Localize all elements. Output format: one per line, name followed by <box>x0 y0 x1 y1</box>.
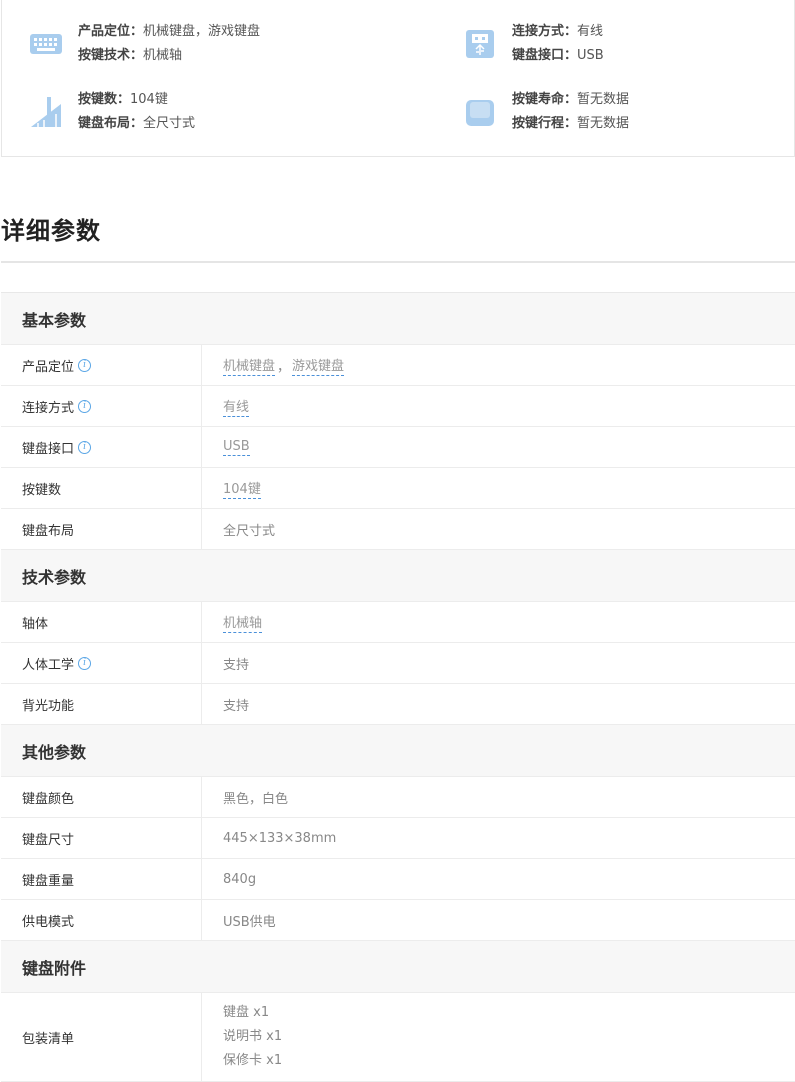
param-value: 全尺寸式 <box>223 523 276 539</box>
param-name: 键盘接口 <box>22 441 75 457</box>
table-row: 键盘尺寸 445×133×38mm <box>1 818 795 859</box>
table-row: 包装清单 键盘 x1 说明书 x1 保修卡 x1 <box>1 993 795 1082</box>
table-row: 轴体 机械轴 <box>1 602 795 643</box>
table-row: 键盘布局 全尺寸式 <box>1 509 795 550</box>
spec-summary-panel: 产品定位：机械键盘，游戏键盘 按键技术：机械轴 连接方式：有线 键盘接口：USB… <box>1 0 795 157</box>
param-value: 支持 <box>223 657 250 673</box>
param-value: 支持 <box>223 698 250 714</box>
summary-key: 按键数： <box>78 92 131 107</box>
info-icon[interactable]: i <box>78 440 92 454</box>
summary-value: 暂无数据 <box>577 116 630 131</box>
group-header: 基本参数 <box>1 293 795 345</box>
keyboard-icon <box>30 34 62 54</box>
keycap-icon <box>466 100 494 126</box>
table-row: 按键数 104键 <box>1 468 795 509</box>
param-value: 黑色，白色 <box>223 791 289 807</box>
param-name: 人体工学 <box>22 657 75 673</box>
info-icon[interactable]: i <box>78 399 92 413</box>
group-header: 键盘附件 <box>1 941 795 993</box>
summary-item-keys: 按键数：104键 键盘布局：全尺寸式 <box>28 88 195 136</box>
table-row: 产品定位 i 机械键盘，游戏键盘 <box>1 345 795 386</box>
section-title: 详细参数 <box>1 217 101 245</box>
table-row: 人体工学 i 支持 <box>1 643 795 684</box>
table-row: 键盘重量 840g <box>1 859 795 900</box>
summary-value: 机械键盘，游戏键盘 <box>143 24 261 39</box>
group-header: 技术参数 <box>1 550 795 602</box>
param-name: 包装清单 <box>22 1031 75 1047</box>
table-row: 供电模式 USB供电 <box>1 900 795 941</box>
param-name: 键盘尺寸 <box>22 832 75 848</box>
param-name: 键盘布局 <box>22 523 75 539</box>
group-header: 其他参数 <box>1 725 795 777</box>
param-value-link[interactable]: 有线 <box>223 396 250 417</box>
param-name: 背光功能 <box>22 698 75 714</box>
table-row: 连接方式 i 有线 <box>1 386 795 427</box>
table-row: 键盘颜色 黑色，白色 <box>1 777 795 818</box>
param-name: 轴体 <box>22 616 49 632</box>
usb-icon <box>466 30 494 58</box>
param-value: 840g <box>223 871 257 887</box>
table-row: 键盘接口 i USB <box>1 427 795 468</box>
info-icon[interactable]: i <box>78 358 92 372</box>
summary-value: 有线 <box>577 24 604 39</box>
summary-value: 机械轴 <box>143 48 183 63</box>
param-value-link[interactable]: 104键 <box>223 478 261 499</box>
summary-value: 暂无数据 <box>577 92 630 107</box>
summary-key: 产品定位： <box>78 24 144 39</box>
summary-key: 按键寿命： <box>512 92 578 107</box>
param-name: 供电模式 <box>22 914 75 930</box>
summary-value: USB <box>577 48 604 63</box>
table-row: 背光功能 支持 <box>1 684 795 725</box>
param-value-link[interactable]: 机械轴 <box>223 612 263 633</box>
ruler-icon <box>31 97 61 127</box>
title-divider <box>1 261 795 263</box>
summary-key: 按键行程： <box>512 116 578 131</box>
param-name: 产品定位 <box>22 359 75 375</box>
summary-value: 104键 <box>130 92 168 107</box>
param-value-link[interactable]: 游戏键盘 <box>292 355 345 376</box>
param-name: 连接方式 <box>22 400 75 416</box>
summary-key: 键盘接口： <box>512 48 578 63</box>
summary-item-positioning: 产品定位：机械键盘，游戏键盘 按键技术：机械轴 <box>28 20 260 68</box>
param-name: 键盘重量 <box>22 873 75 889</box>
summary-key: 按键技术： <box>78 48 144 63</box>
package-item: 保修卡 x1 <box>223 1053 283 1068</box>
package-item: 键盘 x1 <box>223 1005 270 1020</box>
summary-key: 键盘布局： <box>78 116 144 131</box>
summary-item-connection: 连接方式：有线 键盘接口：USB <box>462 20 604 68</box>
param-value: USB供电 <box>223 914 276 930</box>
param-name: 按键数 <box>22 482 62 498</box>
summary-item-lifespan: 按键寿命：暂无数据 按键行程：暂无数据 <box>462 88 629 136</box>
value-separator: ， <box>277 359 291 375</box>
params-table: 基本参数 产品定位 i 机械键盘，游戏键盘 连接方式 i 有线 键盘接口 i USB … <box>1 292 795 1082</box>
summary-value: 全尺寸式 <box>143 116 196 131</box>
param-value-link[interactable]: USB <box>223 439 250 456</box>
param-value: 445×133×38mm <box>223 830 337 846</box>
summary-key: 连接方式： <box>512 24 578 39</box>
info-icon[interactable]: i <box>78 656 92 670</box>
param-value-link[interactable]: 机械键盘 <box>223 355 276 376</box>
package-item: 说明书 x1 <box>223 1029 283 1044</box>
param-name: 键盘颜色 <box>22 791 75 807</box>
